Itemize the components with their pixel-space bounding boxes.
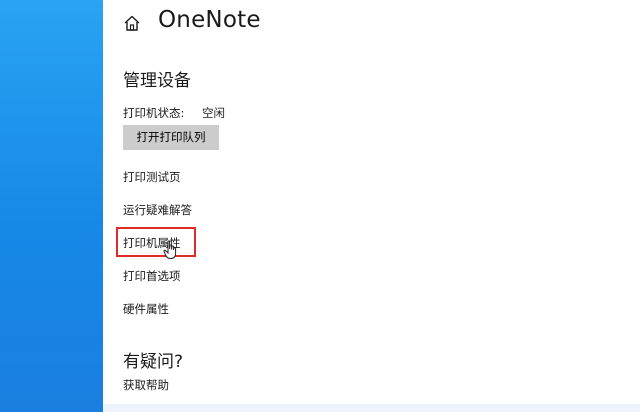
printer-status-row: 打印机状态: 空闲 <box>123 105 225 121</box>
manage-device-heading: 管理设备 <box>123 71 191 91</box>
open-print-queue-button[interactable]: 打开打印队列 <box>123 125 219 150</box>
highlight-box <box>116 227 196 257</box>
hand-pointer-icon <box>163 240 178 260</box>
help-heading: 有疑问? <box>123 352 184 372</box>
get-help-link[interactable]: 获取帮助 <box>123 377 169 393</box>
print-test-page-link[interactable]: 打印测试页 <box>123 169 181 185</box>
printer-status-value: 空闲 <box>202 106 226 120</box>
printing-preferences-link[interactable]: 打印首选项 <box>123 268 181 284</box>
printer-status-label: 打印机状态: <box>123 106 185 120</box>
bottom-strip <box>103 404 640 412</box>
run-troubleshooter-link[interactable]: 运行疑难解答 <box>123 202 192 218</box>
hardware-properties-link[interactable]: 硬件属性 <box>123 301 169 317</box>
desktop-background <box>0 0 103 412</box>
home-icon[interactable] <box>123 14 141 32</box>
page-title: OneNote <box>158 7 261 33</box>
